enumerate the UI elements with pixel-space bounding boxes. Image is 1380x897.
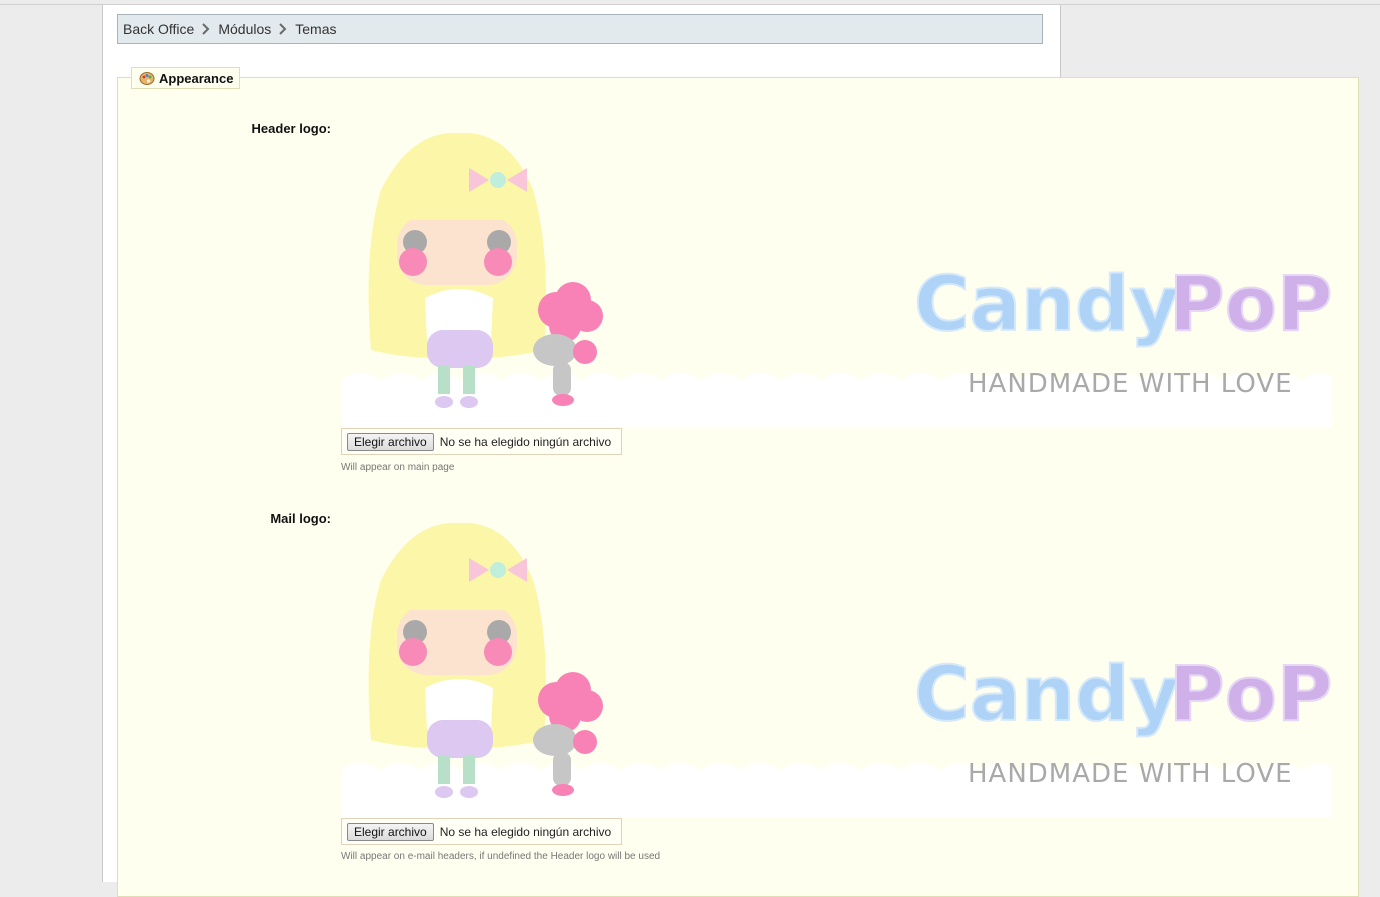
mail-logo-file-input[interactable]: Elegir archivo No se ha elegido ningún a… xyxy=(341,818,622,845)
mail-logo-image: Candy PoP HANDMADE WITH LOVE xyxy=(341,520,1331,818)
tagline-text: HANDMADE WITH LOVE xyxy=(968,369,1293,399)
candy-text: Candy xyxy=(914,649,1179,738)
header-logo-file-input[interactable]: Elegir archivo No se ha elegido ningún a… xyxy=(341,428,622,455)
chevron-right-icon xyxy=(194,23,218,35)
breadcrumb-item-temas: Temas xyxy=(295,21,337,37)
header-logo-image: Candy PoP HANDMADE WITH LOVE xyxy=(341,130,1331,428)
tagline-text: HANDMADE WITH LOVE xyxy=(968,759,1293,789)
header-logo-label: Header logo: xyxy=(251,121,331,136)
pop-text: PoP xyxy=(1169,649,1331,738)
header-logo-hint: Will appear on main page xyxy=(341,462,455,473)
chevron-right-icon xyxy=(271,23,295,35)
palette-icon xyxy=(139,70,155,86)
appearance-legend: Appearance xyxy=(131,67,241,89)
mail-logo-label: Mail logo: xyxy=(270,511,331,526)
mail-logo-hint: Will appear on e-mail headers, if undefi… xyxy=(341,851,661,862)
appearance-legend-label: Appearance xyxy=(159,70,234,86)
file-status-text: No se ha elegido ningún archivo xyxy=(439,434,612,449)
candy-text: Candy xyxy=(914,259,1179,348)
breadcrumb: Back Office Módulos Temas xyxy=(117,14,1043,44)
choose-file-button[interactable]: Elegir archivo xyxy=(347,432,434,451)
pop-text: PoP xyxy=(1169,259,1331,348)
choose-file-button[interactable]: Elegir archivo xyxy=(347,822,434,841)
breadcrumb-item-back-office[interactable]: Back Office xyxy=(123,21,194,37)
file-status-text: No se ha elegido ningún archivo xyxy=(439,824,612,839)
breadcrumb-item-modulos[interactable]: Módulos xyxy=(218,21,271,37)
